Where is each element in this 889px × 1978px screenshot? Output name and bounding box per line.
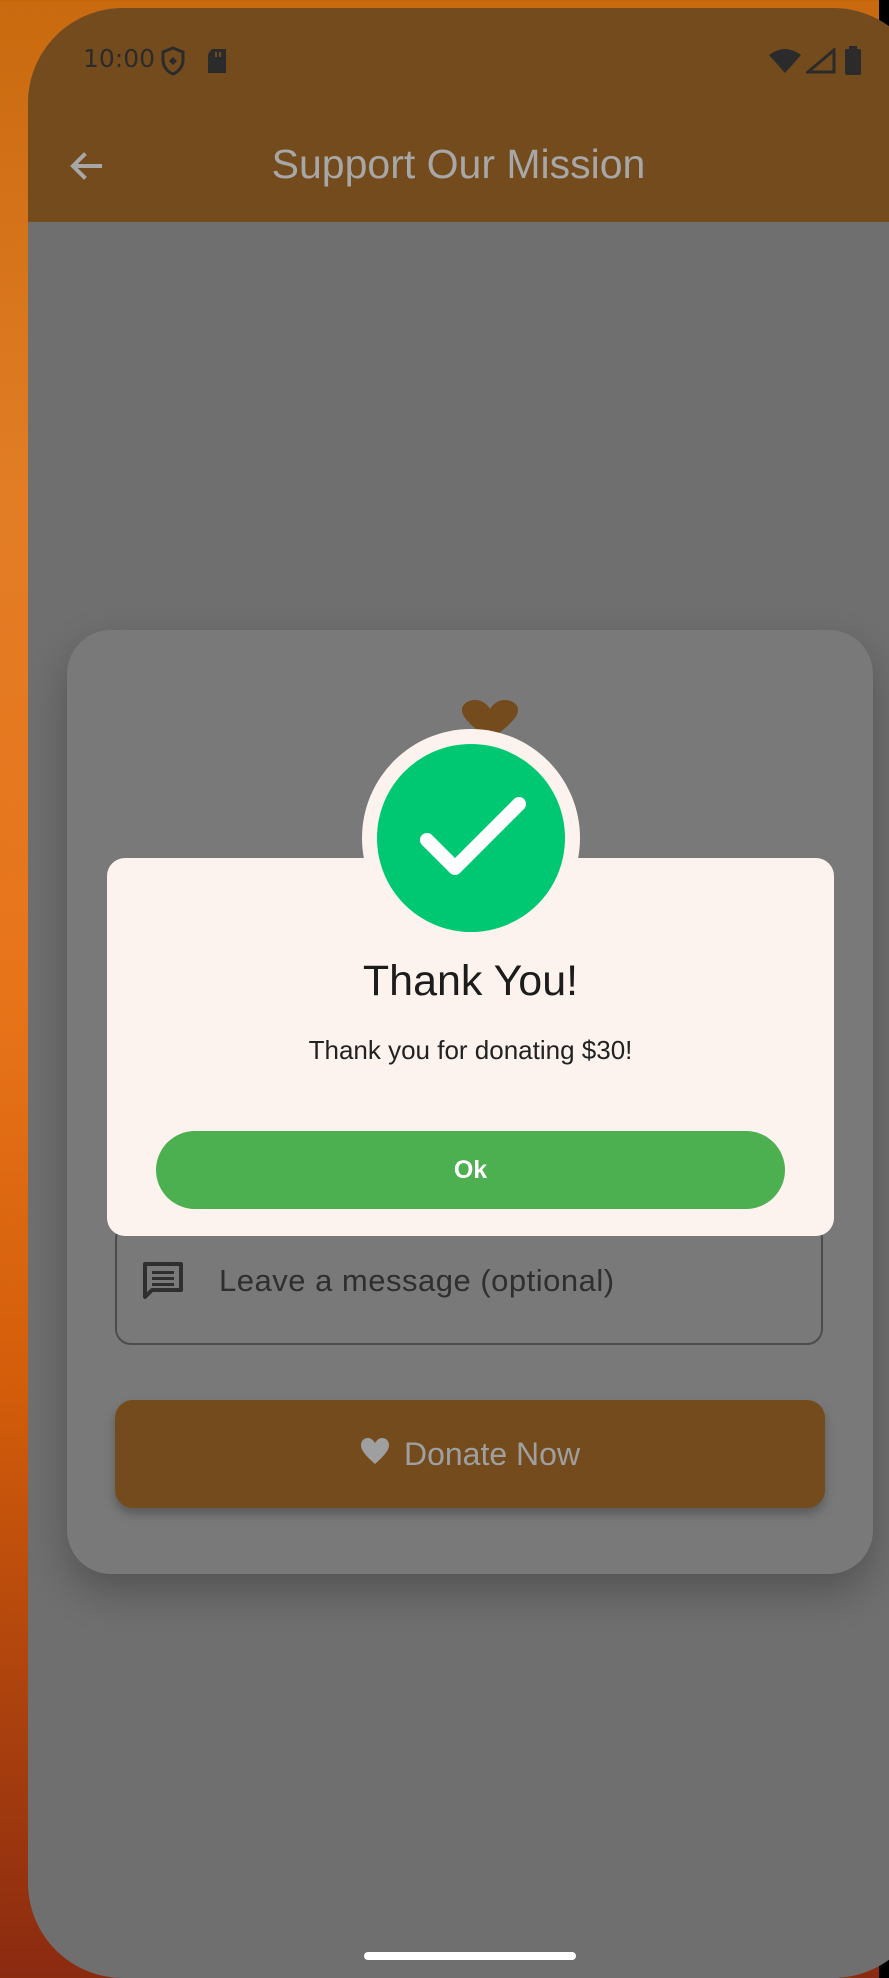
ok-button[interactable]: Ok xyxy=(156,1131,785,1209)
message-icon xyxy=(141,1260,185,1307)
page-title: Support Our Mission xyxy=(271,141,646,187)
donate-now-label: Donate Now xyxy=(403,1435,581,1472)
status-time: 10:00 xyxy=(83,44,156,73)
sd-card-icon xyxy=(206,48,228,78)
message-field[interactable]: Leave a message (optional) xyxy=(115,1223,823,1345)
message-placeholder: Leave a message (optional) xyxy=(219,1263,615,1298)
check-badge xyxy=(377,744,565,932)
donate-now-button[interactable]: Donate Now xyxy=(115,1400,825,1508)
status-bar: 10:00 xyxy=(28,8,889,108)
heart-icon xyxy=(360,1436,390,1473)
shield-icon xyxy=(160,46,186,80)
signal-icon xyxy=(803,46,836,78)
dialog-message: Thank you for donating $30! xyxy=(308,1035,633,1065)
dialog-title: Thank You! xyxy=(362,957,579,1005)
home-indicator[interactable] xyxy=(364,1952,576,1960)
battery-icon xyxy=(844,46,862,80)
wifi-icon xyxy=(768,48,802,78)
check-icon xyxy=(411,786,531,891)
